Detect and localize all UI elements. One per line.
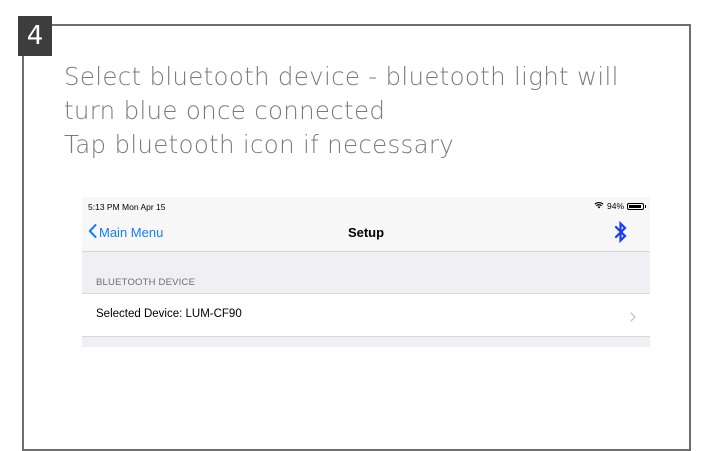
step-number-badge: 4 bbox=[18, 16, 52, 56]
battery-percent: 94% bbox=[606, 201, 624, 211]
status-time: 5:13 PM Mon Apr 15 bbox=[88, 202, 166, 212]
selected-device-label: Selected Device: LUM-CF90 bbox=[96, 308, 242, 320]
battery-fill bbox=[629, 204, 642, 208]
screen-title: Setup bbox=[347, 225, 385, 240]
battery-icon bbox=[627, 202, 646, 210]
instruction-line-1: Select bluetooth device - bluetooth ligh… bbox=[64, 62, 619, 91]
chevron-right-icon bbox=[630, 309, 636, 327]
status-indicators: 94% bbox=[594, 201, 646, 211]
selected-device-cell[interactable]: Selected Device: LUM-CF90 bbox=[82, 293, 650, 337]
screen-background-footer bbox=[82, 337, 650, 347]
ipad-setup-screen: 5:13 PM Mon Apr 15 94% Main Menu Setup B… bbox=[82, 197, 650, 347]
navigation-bar: 5:13 PM Mon Apr 15 94% Main Menu Setup bbox=[82, 197, 650, 252]
bluetooth-icon bbox=[614, 220, 628, 247]
instruction-line-3: Tap bluetooth icon if necessary bbox=[64, 130, 455, 159]
wifi-icon bbox=[594, 201, 604, 211]
section-header-bluetooth-device: BLUETOOTH DEVICE bbox=[96, 277, 196, 288]
instruction-line-2: turn blue once connected bbox=[64, 96, 386, 125]
instruction-page: 4 Select bluetooth device - bluetooth li… bbox=[0, 0, 709, 451]
bluetooth-button[interactable] bbox=[614, 220, 628, 248]
instruction-text: Select bluetooth device - bluetooth ligh… bbox=[64, 60, 664, 162]
